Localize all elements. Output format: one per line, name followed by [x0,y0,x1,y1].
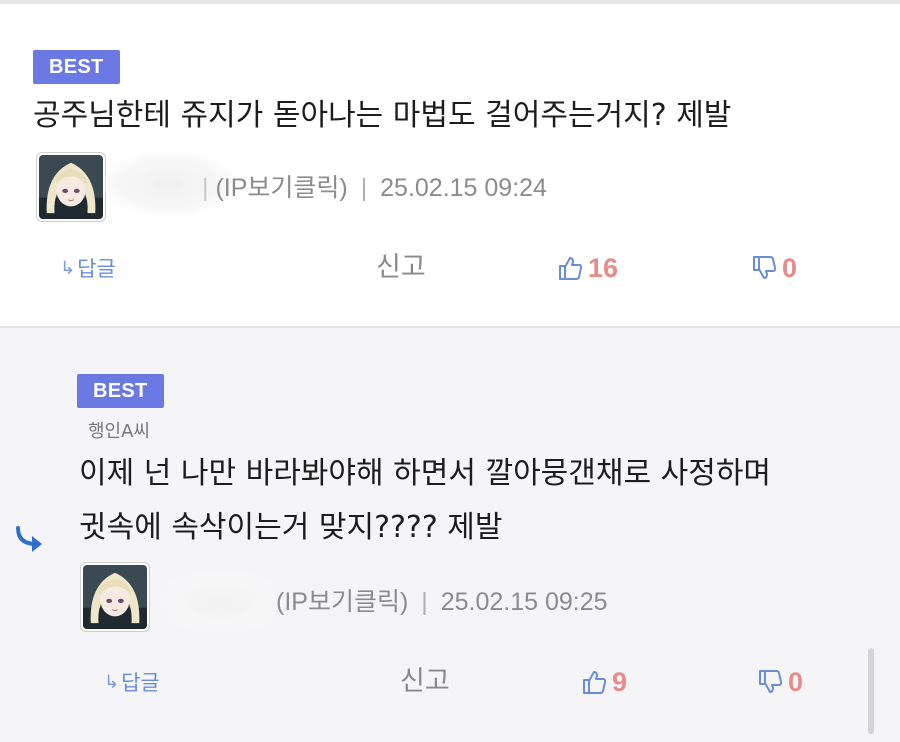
downvote-count: 0 [782,252,798,283]
report-button[interactable]: 신고 [376,248,426,288]
avatar[interactable] [80,562,150,632]
thumbs-down-icon [753,256,777,279]
author-suffix: | [202,174,209,202]
upvote-count: 9 [612,666,628,697]
downvote-button[interactable]: 0 [756,662,803,702]
avatar[interactable] [36,152,106,222]
reply-arrow-icon: ↳ [104,671,120,693]
best-badge: BEST [33,50,120,84]
comment-text-line-1: 이제 넌 나만 바라봐야해 하면서 깔아뭉갠채로 사정하며 [79,456,772,491]
comment-actions: ↳ 답글 신고 16 0 [0,248,900,288]
reply-label: 답글 [121,671,160,695]
reply-label: 답글 [77,257,116,281]
upvote-button[interactable]: 9 [580,662,627,702]
upvote-button[interactable]: 16 [556,248,618,288]
meta-separator: | [360,174,368,202]
scrollbar[interactable] [868,648,874,734]
thumbs-up-icon [583,671,607,694]
downvote-count: 0 [788,666,804,697]
avatar-image [39,155,103,219]
reply-arrow-icon: ↳ [60,257,76,279]
reply-comment-item: BEST 행인A씨 이제 넌 나만 바라봐야해 하면서 깔아뭉갠채로 사정하며 … [0,328,900,742]
upvote-count: 16 [588,252,619,283]
comment-timestamp: 25.02.15 09:24 [380,174,547,202]
comment-meta: (IP보기클릭) | 25.02.15 09:25 [276,586,608,618]
comment-timestamp: 25.02.15 09:25 [440,588,608,616]
meta-separator: | [421,588,428,616]
reply-button[interactable]: ↳ 답글 [104,662,160,702]
ip-view-link[interactable]: (IP보기클릭) [276,588,408,616]
reply-target-nickname: 행인A씨 [88,421,150,442]
downvote-button[interactable]: 0 [750,248,797,288]
comment-text: 공주님한테 쥬지가 돋아나는 마법도 걸어주는거지? 제발 [33,98,732,133]
comment-item: BEST 공주님한테 쥬지가 돋아나는 마법도 걸어주는거지? 제발 | (IP… [0,4,900,326]
reply-button[interactable]: ↳ 답글 [60,248,116,288]
reply-indicator-icon [16,526,42,552]
best-badge: BEST [77,374,164,408]
ip-view-link[interactable]: (IP보기클릭) [215,174,347,202]
thumbs-down-icon [759,670,783,693]
thumbs-up-icon [559,257,583,280]
comment-actions: ↳ 답글 신고 9 0 [0,662,900,702]
author-nickname-hidden [160,572,280,632]
comment-text-line-2: 귓속에 속삭이는거 맞지???? 제발 [79,510,503,545]
report-button[interactable]: 신고 [400,662,450,702]
comment-meta: | (IP보기클릭) | 25.02.15 09:24 [202,172,547,204]
avatar-image [83,565,147,629]
